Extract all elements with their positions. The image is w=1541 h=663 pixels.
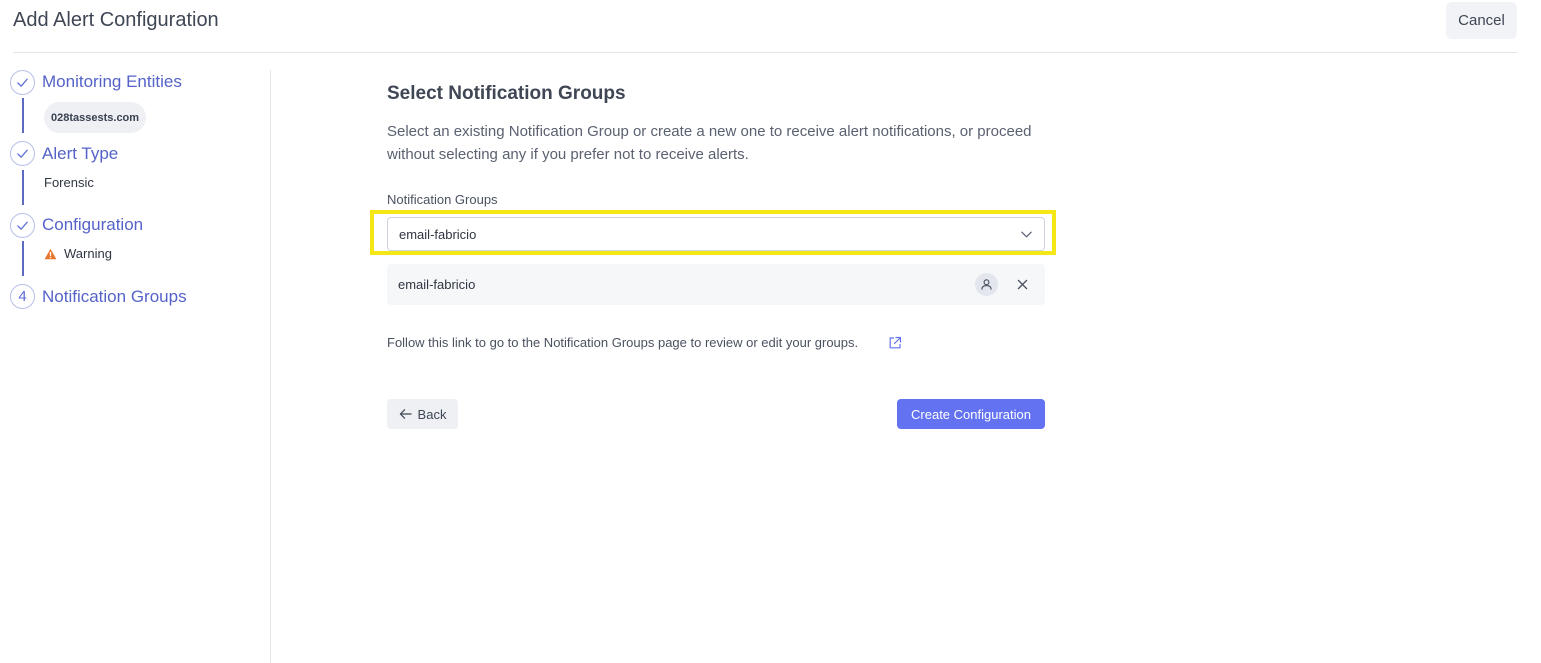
select-value: email-fabricio <box>399 226 477 242</box>
add-alert-configuration-page: Add Alert Configuration Cancel Monitorin… <box>0 0 1541 663</box>
warning-icon <box>44 248 57 259</box>
step-configuration-check-icon <box>10 213 35 238</box>
step-connector <box>22 170 24 205</box>
step-alert-type[interactable]: Alert Type <box>42 144 118 164</box>
step-connector <box>22 98 24 133</box>
selected-group-item: email-fabricio <box>387 264 1045 305</box>
external-link-icon[interactable] <box>888 336 902 355</box>
step-monitoring-entities-check-icon <box>10 70 35 95</box>
create-configuration-button[interactable]: Create Configuration <box>897 399 1045 429</box>
sidebar-divider <box>270 70 271 663</box>
arrow-left-icon <box>399 409 412 419</box>
monitoring-entity-chip: 028tassests.com <box>44 102 147 133</box>
step-alert-type-check-icon <box>10 141 35 166</box>
cancel-button[interactable]: Cancel <box>1446 2 1517 39</box>
step-configuration[interactable]: Configuration <box>42 215 143 235</box>
notification-groups-select[interactable]: email-fabricio <box>387 217 1045 251</box>
step-notification-groups[interactable]: Notification Groups <box>42 287 187 307</box>
severity-label: Warning <box>64 246 112 261</box>
remove-group-icon[interactable] <box>1013 275 1032 294</box>
section-title: Select Notification Groups <box>387 83 626 104</box>
step-notification-groups-number: 4 <box>10 284 35 309</box>
step-monitoring-entities[interactable]: Monitoring Entities <box>42 72 182 92</box>
back-button-label: Back <box>417 406 447 422</box>
page-title: Add Alert Configuration <box>13 9 219 31</box>
notification-groups-link-text: Follow this link to go to the Notificati… <box>387 335 859 350</box>
header-divider <box>13 52 1517 53</box>
chevron-down-icon <box>1021 231 1032 238</box>
selected-group-name: email-fabricio <box>398 277 476 292</box>
back-button[interactable]: Back <box>387 399 458 429</box>
step-connector <box>22 241 24 276</box>
notification-groups-label: Notification Groups <box>387 192 498 207</box>
person-icon <box>975 273 998 296</box>
section-description: Select an existing Notification Group or… <box>387 123 1032 163</box>
alert-type-value: Forensic <box>44 175 94 190</box>
configuration-severity: Warning <box>44 246 112 261</box>
